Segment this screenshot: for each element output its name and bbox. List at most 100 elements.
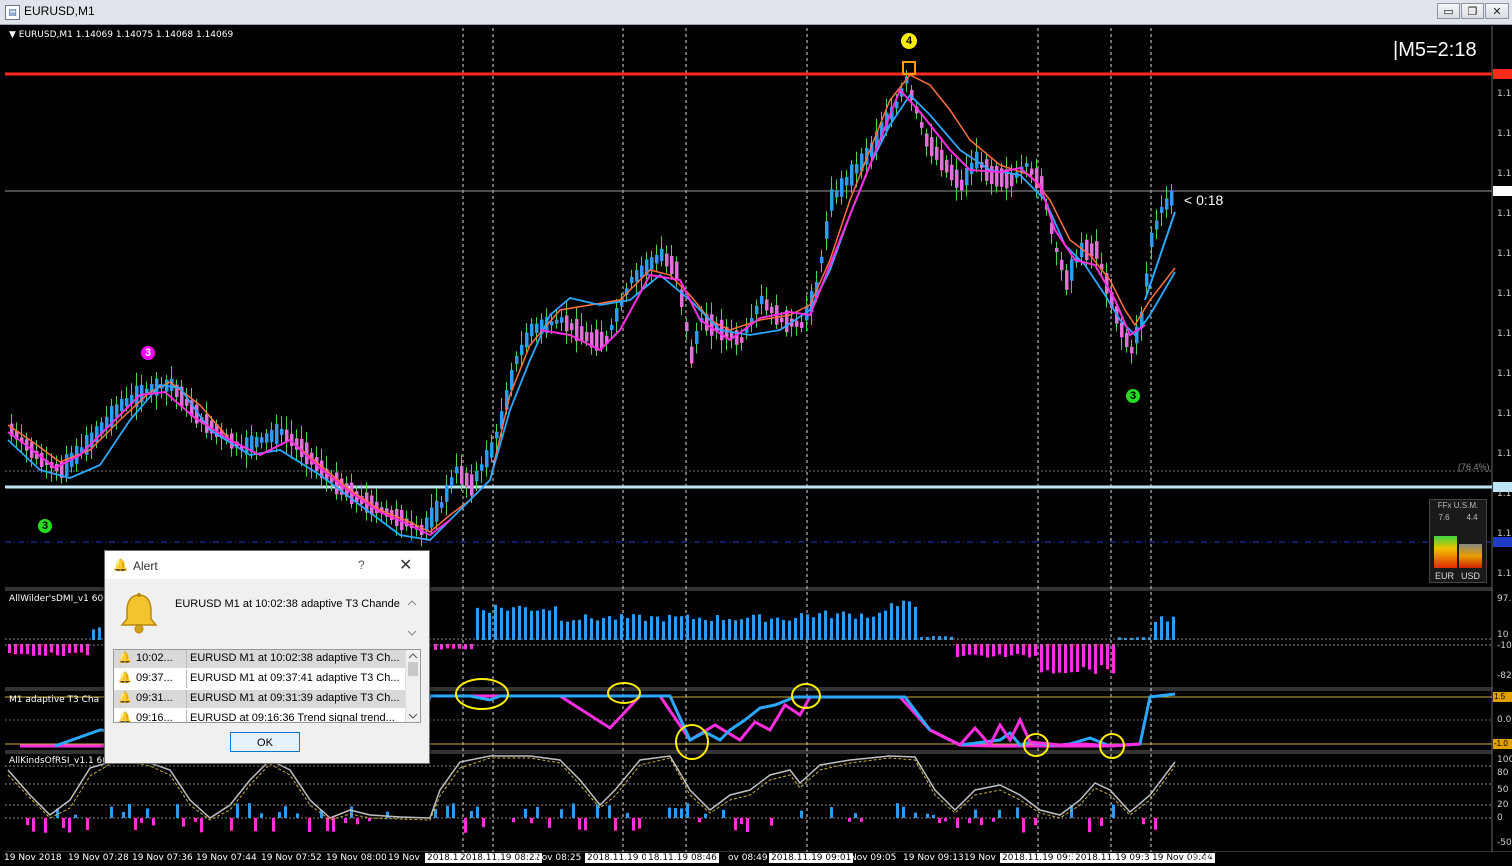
time-axis-label: 2018.11.19 09:01 — [769, 853, 854, 863]
rsi-bar — [194, 818, 197, 822]
dmi-bar — [26, 644, 29, 655]
candle-body — [985, 159, 989, 181]
candle-body — [580, 326, 584, 341]
dmi-bar — [620, 614, 623, 640]
candle-body — [965, 167, 969, 186]
time-axis-label: 19 Nov 07:28 — [68, 853, 129, 863]
rsi-bar — [272, 818, 275, 832]
dmi-bar — [56, 644, 59, 656]
candle-body — [1120, 322, 1124, 338]
rsi-bar — [86, 818, 89, 831]
rsi-bar — [674, 808, 677, 818]
candle-body — [1030, 168, 1034, 175]
price-axis-label: 1.1 — [1497, 289, 1512, 299]
time-axis-label: 19 Nov 07:52 — [261, 853, 322, 863]
alert-titlebar[interactable]: 🔔 Alert ? ✕ — [105, 551, 429, 579]
candle-body — [465, 472, 469, 488]
ffx-title: FFx U.S.M. — [1437, 501, 1479, 510]
rsi-bar — [578, 818, 581, 830]
dmi-bar — [632, 614, 635, 640]
alert-dialog[interactable]: 🔔 Alert ? ✕ EURUSD M1 at 10:02:38 adapti… — [104, 550, 430, 764]
dmi-bar — [740, 619, 743, 640]
alert-row[interactable]: 🔔 09:31... EURUSD M1 at 09:31:39 adaptiv… — [114, 690, 405, 708]
alert-row[interactable]: 🔔 10:02... EURUSD M1 at 10:02:38 adaptiv… — [114, 650, 405, 668]
dmi-bar — [1034, 644, 1037, 656]
candle-body — [830, 189, 834, 211]
rsi-bar — [296, 813, 299, 818]
time-axis[interactable]: 19 Nov 2018 19 Nov 07:28 19 Nov 07:36 19 No… — [0, 852, 1512, 866]
dmi-bar — [608, 616, 611, 640]
symbol-info: ▼ EURUSD,M1 1.14069 1.14075 1.14068 1.14… — [9, 30, 234, 40]
rsi-bar — [1142, 818, 1145, 825]
rsi-bar — [1016, 807, 1019, 818]
rsi-bar — [536, 807, 539, 818]
dmi-bar — [500, 607, 503, 640]
candle-body — [120, 398, 124, 412]
alert-row-time: 09:16... — [136, 712, 173, 723]
candle-body — [460, 465, 464, 485]
candle-body — [475, 471, 479, 482]
candle-body — [470, 474, 474, 496]
rsi-bar — [746, 818, 749, 832]
list-scrollbar[interactable] — [405, 650, 420, 722]
candle-body — [820, 256, 824, 264]
dmi-bar — [728, 619, 731, 640]
dmi-bar — [656, 616, 659, 640]
dmi-bar — [1076, 644, 1079, 672]
rsi-bar — [560, 809, 563, 818]
dmi-axis-10: 10 — [1497, 630, 1509, 640]
dmi-bar — [554, 606, 557, 640]
alert-close-button[interactable]: ✕ — [399, 555, 412, 575]
help-button[interactable]: ? — [358, 558, 365, 572]
dmi-bar — [518, 605, 521, 640]
rsi-axis-0: 0 — [1497, 813, 1503, 823]
alert-history-list[interactable]: 🔔 10:02... EURUSD M1 at 10:02:38 adaptiv… — [113, 649, 421, 723]
candle-body — [695, 331, 699, 344]
candle-body — [570, 323, 574, 331]
dmi-bar — [746, 617, 749, 640]
alert-row[interactable]: 🔔 09:16... EURUSD at 09:16:36 Trend sign… — [114, 710, 405, 723]
ma-magenta — [7, 390, 451, 537]
rsi-bar — [74, 814, 77, 818]
candle-body — [990, 165, 994, 185]
dmi-bar — [548, 610, 551, 640]
candle-body — [1160, 207, 1164, 213]
dmi-bar — [1172, 616, 1175, 640]
candle-body — [995, 165, 999, 187]
bell-icon: 🔔 — [118, 652, 132, 664]
dmi-bar — [968, 644, 971, 655]
bar-countdown: < 0:18 — [1184, 192, 1224, 208]
ok-button[interactable]: OK — [230, 732, 300, 752]
dmi-bar — [674, 616, 677, 640]
alert-row[interactable]: 🔔 09:37... EURUSD M1 at 09:37:41 adaptiv… — [114, 670, 405, 688]
dmi-bar — [770, 618, 773, 640]
price-axis-label: 1.1 — [1497, 169, 1512, 179]
candle-body — [945, 159, 949, 173]
dmi-bar — [752, 614, 755, 640]
dmi-bar — [578, 619, 581, 640]
candle-body — [1070, 259, 1074, 281]
rsi-axis-50: 50 — [1497, 785, 1509, 795]
alert-row-text: EURUSD at 09:16:36 Trend signal trend... — [190, 712, 395, 723]
dmi-bar — [860, 613, 863, 640]
dmi-bar — [572, 620, 575, 640]
dmi-bar — [488, 612, 491, 640]
candle-body — [1065, 270, 1069, 290]
rsi-bar — [524, 809, 527, 818]
candle-body — [1150, 232, 1154, 248]
time-axis-label: 18.11.19 08:46 — [646, 853, 719, 863]
time-axis-label: Nov 09:05 — [850, 853, 897, 863]
wave-marker-3-left: 3 — [38, 519, 52, 533]
candle-body — [490, 442, 494, 458]
alert-row-time: 09:31... — [136, 692, 173, 704]
dmi-bar — [980, 644, 983, 656]
rsi-bar — [512, 818, 515, 823]
rsi-bar — [860, 818, 863, 822]
dmi-axis-neg10: -10 — [1497, 641, 1512, 651]
dmi-bar — [890, 603, 893, 640]
message-scrollbar[interactable] — [405, 595, 419, 641]
candle-body — [1085, 239, 1089, 261]
dmi-bar — [14, 644, 17, 655]
rsi-bar — [770, 818, 773, 826]
candle-body — [1010, 173, 1014, 187]
